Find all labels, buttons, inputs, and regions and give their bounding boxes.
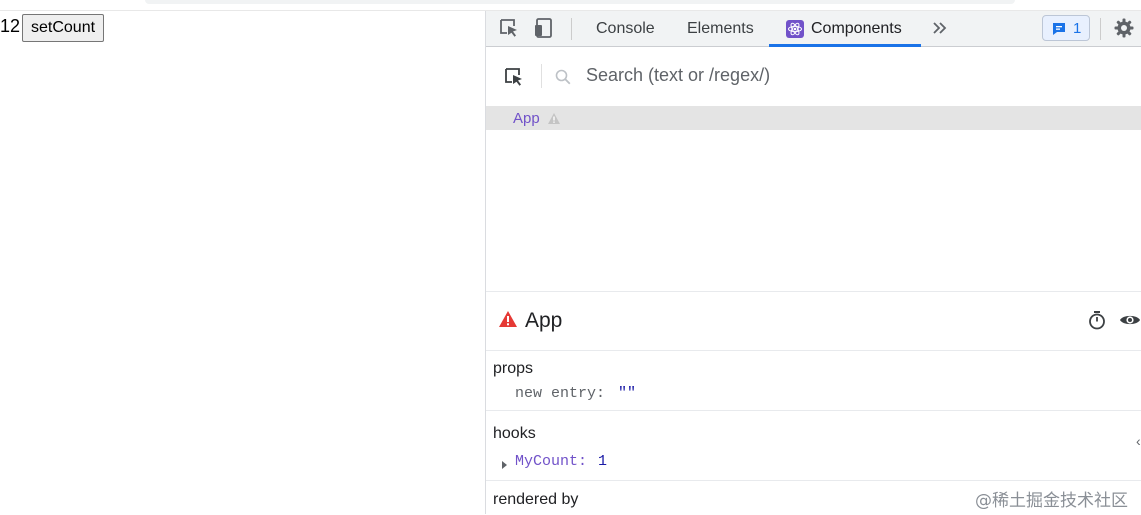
hooks-heading: hooks [493,425,536,442]
prop-key: new entry [515,385,597,402]
devtools-panel: Console Elements Components 1 Search (te… [485,11,1141,515]
horizontal-scrollbar[interactable] [145,0,1015,4]
tab-components[interactable]: Components [811,11,902,46]
divider [571,18,572,40]
watermark: @稀土掘金技术社区 [975,491,1128,511]
hook-row[interactable]: MyCount: 1 [515,453,607,470]
stopwatch-icon[interactable] [1087,310,1107,335]
warning-icon [547,112,561,130]
more-tabs-icon[interactable] [930,18,952,40]
issues-count: 1 [1073,20,1082,37]
gear-icon[interactable] [1113,17,1135,39]
tab-console[interactable]: Console [596,11,655,46]
component-search-bar: Search (text or /regex/) [486,47,1141,105]
component-inspector: App props new entry: "" hooks MyCount: 1 ‹… [486,291,1141,515]
prop-colon: : [596,385,606,402]
divider [541,64,542,88]
page-content: 12 setCount [0,11,485,514]
set-count-button[interactable]: setCount [22,14,105,42]
inspector-title: App [525,309,563,332]
props-section: props new entry: "" [486,351,1141,411]
tree-item-label: App [513,110,540,127]
warning-icon [498,310,518,333]
devtools-tab-bar: Console Elements Components 1 [486,11,1141,47]
search-input[interactable]: Search (text or /regex/) [586,65,770,86]
hook-colon: : [578,453,588,470]
hook-key: MyCount [515,453,579,470]
browser-top-strip [0,0,1141,11]
prop-row: new entry: "" [515,385,636,402]
expand-arrow-icon[interactable] [501,457,508,475]
tab-elements[interactable]: Elements [687,11,754,46]
props-heading: props [493,360,534,377]
issues-button[interactable]: 1 [1042,15,1090,41]
eye-icon[interactable] [1119,312,1141,333]
react-icon [786,20,804,38]
hook-value: 1 [598,453,608,470]
divider [1100,18,1101,40]
search-icon [554,68,572,91]
select-component-icon[interactable] [503,66,525,93]
prop-value[interactable]: "" [618,385,636,402]
hooks-section: hooks MyCount: 1 ‹ [486,411,1141,481]
collapse-handle-icon[interactable]: ‹ [1136,433,1141,449]
count-value: 12 [0,16,21,36]
issues-icon [1051,21,1067,42]
select-element-icon[interactable] [498,17,520,39]
rendered-by-heading: rendered by [493,491,579,508]
device-toggle-icon[interactable] [533,17,555,39]
tree-item-app[interactable]: App [486,106,1141,130]
inspector-header: App [486,292,1141,351]
